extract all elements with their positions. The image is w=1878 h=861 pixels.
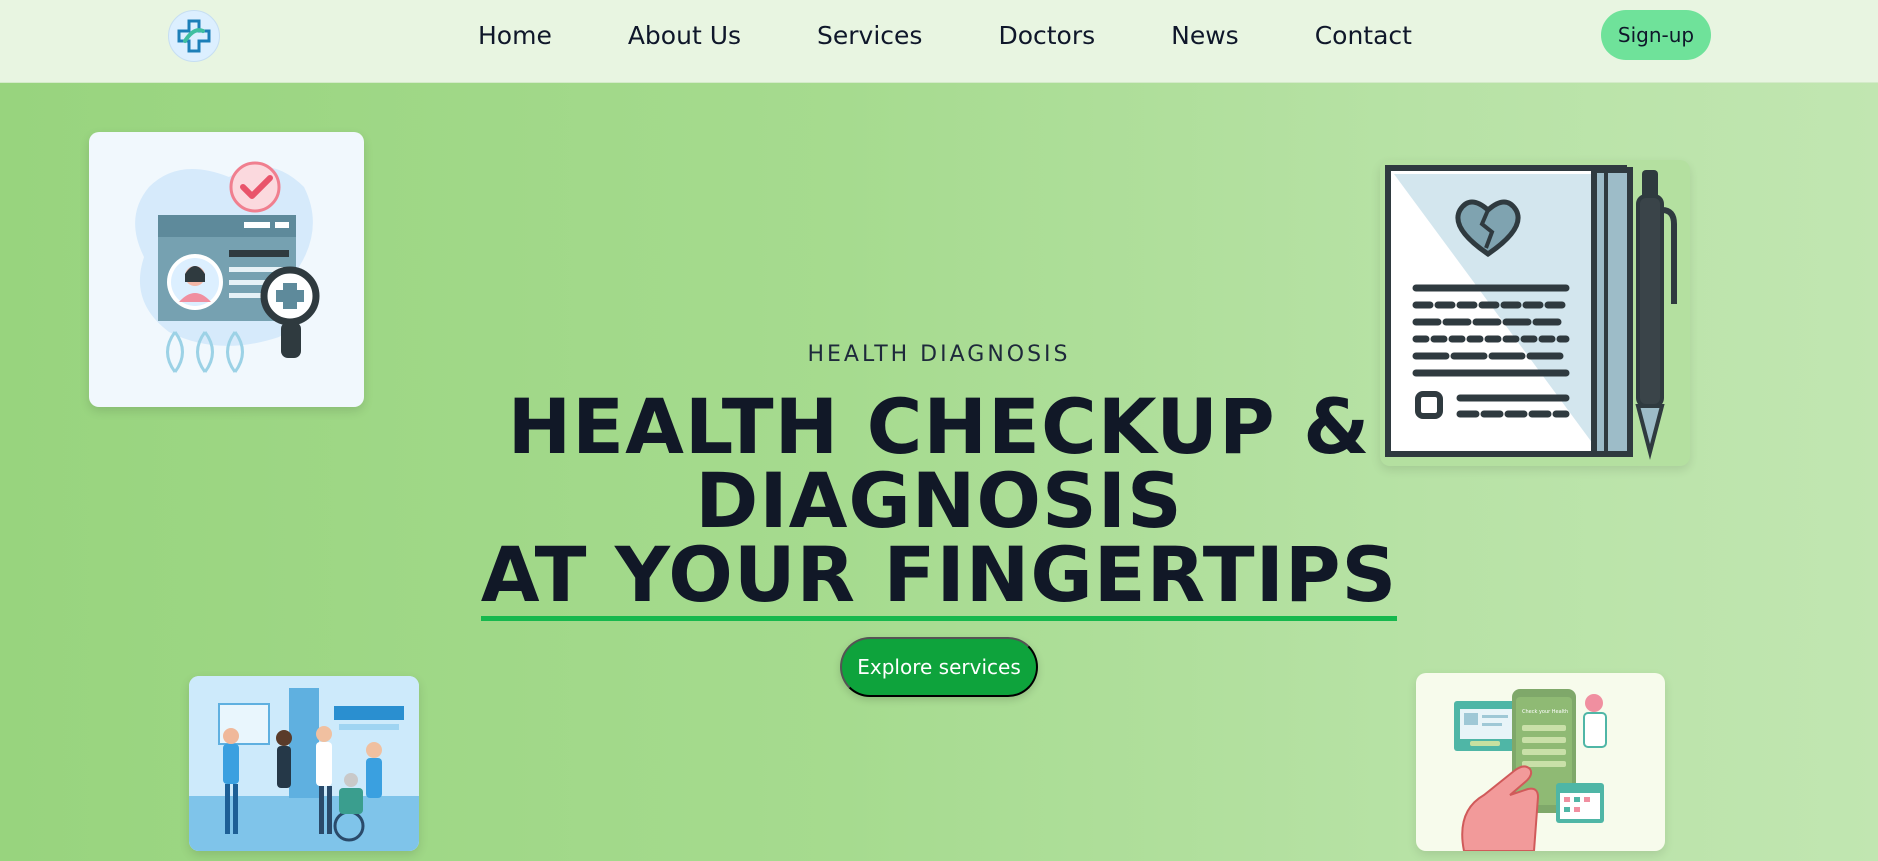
signup-button[interactable]: Sign-up bbox=[1601, 10, 1711, 60]
nav-home[interactable]: Home bbox=[478, 18, 552, 54]
nav-news[interactable]: News bbox=[1171, 18, 1239, 54]
headline-line-1: HEALTH CHECKUP & bbox=[507, 382, 1371, 471]
app-screen-text: Check your Health bbox=[1522, 709, 1568, 715]
explore-services-button[interactable]: Explore services bbox=[840, 637, 1038, 697]
headline-line-2: DIAGNOSIS bbox=[695, 456, 1183, 545]
hero-eyebrow: HEALTH DIAGNOSIS bbox=[807, 342, 1071, 367]
nav-about-us[interactable]: About Us bbox=[628, 18, 741, 54]
top-navbar: Home About Us Services Doctors News Cont… bbox=[0, 0, 1878, 83]
main-nav: Home About Us Services Doctors News Cont… bbox=[478, 18, 1488, 54]
hero-headline: HEALTH CHECKUP & DIAGNOSIS AT YOUR FINGE… bbox=[0, 382, 1878, 621]
headline-line-3: AT YOUR FINGERTIPS bbox=[480, 530, 1398, 621]
nav-contact[interactable]: Contact bbox=[1315, 18, 1412, 54]
hero-section: HEALTH DIAGNOSIS HEALTH CHECKUP & DIAGNO… bbox=[0, 340, 1878, 621]
nav-services[interactable]: Services bbox=[817, 18, 922, 54]
nav-doctors[interactable]: Doctors bbox=[998, 18, 1095, 54]
logo-icon[interactable] bbox=[168, 10, 220, 62]
mobile-health-app-illustration: Check your Health bbox=[1416, 673, 1665, 851]
hospital-scene-illustration bbox=[189, 676, 419, 851]
